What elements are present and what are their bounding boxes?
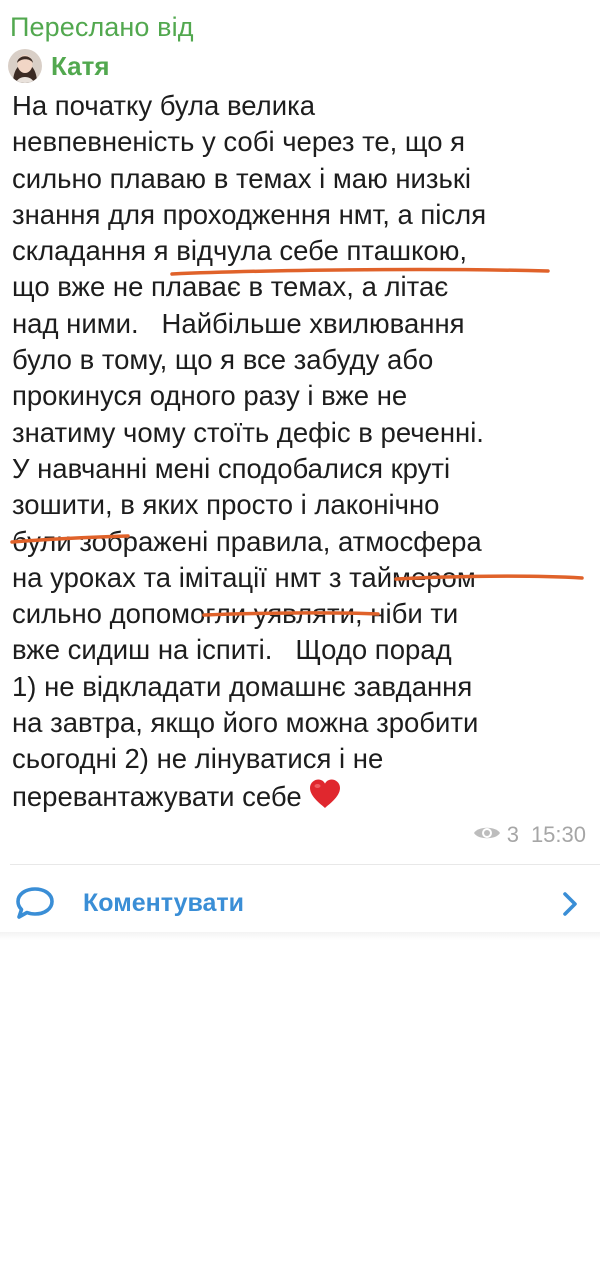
message-line: сильно допомогли уявляти, ніби ти (12, 598, 459, 630)
comment-bubble-icon (14, 886, 56, 925)
message-line: на завтра, якщо його можна зробити (12, 707, 479, 739)
message-line: На початку була велика (12, 90, 316, 121)
message-line: сильно плаваю в темах і маю низькі (12, 162, 471, 194)
message-text: На початку була велика невпевненість у с… (12, 88, 597, 819)
message-last-line: перевантажувати себе (12, 778, 597, 819)
forwarded-message: Переслано від Катя На початку була велик… (0, 0, 600, 865)
message-line: прокинуся одного разу і вже не (12, 380, 408, 412)
message-line: вже сидиш на іспиті. Щодо порад (12, 634, 452, 666)
avatar[interactable] (8, 49, 42, 83)
message-line: над ними. Найбільше хвилювання (12, 307, 465, 339)
message-line: були зображені правила, атмосфера (12, 525, 482, 557)
message-line: зошити, в яких просто і лаконічно (12, 489, 440, 521)
message-line: складання я відчула себе пташкою, (12, 235, 467, 267)
message-line: на уроках та імітації нмт з таймером (12, 561, 476, 593)
message-line: знання для проходження нмт, а після (12, 198, 487, 230)
message-line: 1) не відкладати домашнє завдання (12, 670, 473, 702)
chevron-right-icon[interactable] (562, 891, 578, 922)
views-count: 3 (506, 822, 519, 847)
card-bottom-shadow (0, 932, 600, 940)
message-line: що вже не плаває в темах, а літає (12, 271, 449, 303)
red-heart-emoji (308, 778, 342, 819)
message-time: 15:30 (530, 822, 586, 847)
message-line: перевантажувати себе (12, 780, 302, 812)
author-name[interactable]: Катя (51, 51, 110, 82)
eye-icon (473, 822, 501, 848)
message-line: сьогодні 2) не лінуватися і не (12, 743, 384, 775)
comments-label[interactable]: Коментувати (83, 889, 244, 918)
divider (10, 864, 600, 865)
message-line: У навчанні мені сподобалися круті (12, 452, 451, 484)
forwarded-from-label: Переслано від (10, 12, 194, 42)
message-line: було в тому, що я все забуду або (12, 344, 434, 376)
message-line: знатиму чому стоїть дефіс в реченні. (12, 416, 484, 448)
forwarded-author[interactable]: Катя (8, 48, 110, 84)
message-meta: 3 15:30 (473, 822, 586, 848)
message-line: невпевненість у собі через те, що я (12, 126, 466, 158)
comments-button[interactable]: Коментувати (0, 870, 600, 930)
